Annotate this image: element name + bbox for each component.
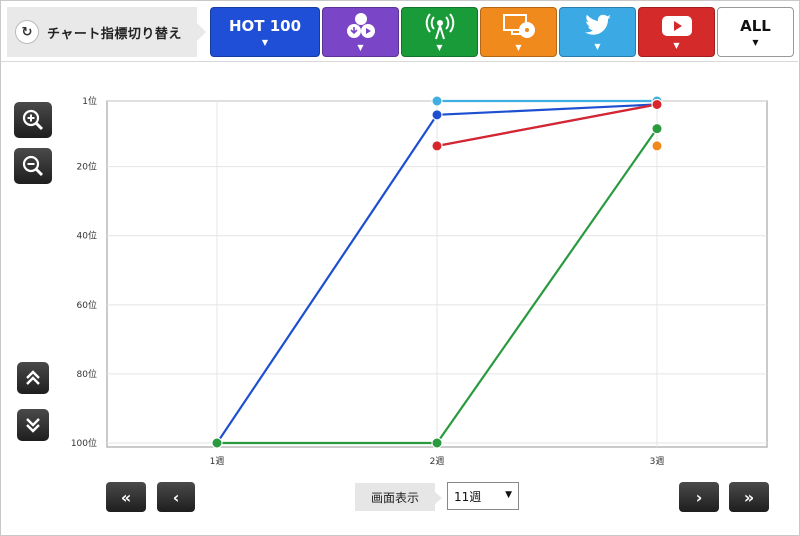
double-chevron-right-icon: » <box>743 487 755 507</box>
tab-twitter[interactable]: ▼ <box>559 7 636 57</box>
display-period-select[interactable]: 11週 ▼ <box>447 482 519 510</box>
chart-frame <box>0 0 800 536</box>
page-down-button[interactable] <box>17 409 49 441</box>
tab-download-stream[interactable]: ▼ <box>322 7 399 57</box>
refresh-icon: ↻ <box>15 20 39 44</box>
dropdown-arrow-icon: ▼ <box>515 43 522 52</box>
dropdown-arrow-icon: ▼ <box>594 42 601 51</box>
tab-hot100-label: HOT 100 <box>228 17 302 35</box>
display-label-text: 画面表示 <box>370 490 419 505</box>
radio-antenna-icon <box>425 13 454 40</box>
dropdown-arrow-icon: ▼ <box>357 43 364 52</box>
zoom-out-icon <box>22 155 44 177</box>
prev-page-button[interactable]: ‹ <box>157 482 195 512</box>
zoom-in-button[interactable] <box>14 102 52 138</box>
pc-cd-icon <box>502 14 535 38</box>
youtube-play-icon <box>661 16 692 36</box>
dropdown-arrow-icon: ▼ <box>436 43 443 52</box>
zoom-in-icon <box>22 109 44 131</box>
dropdown-arrow-icon: ▼ <box>261 38 269 47</box>
zoom-out-button[interactable] <box>14 148 52 184</box>
tab-youtube[interactable]: ▼ <box>638 7 715 57</box>
double-chevron-up-icon <box>26 370 40 385</box>
indicator-switch: ↻ チャート指標切り替え <box>7 7 206 57</box>
indicator-bar: ↻ チャート指標切り替え HOT 100 ▼ ▼ ▼ ▼ ▼ ▼ ALL ▼ <box>1 1 798 62</box>
select-arrow-icon: ▼ <box>505 490 512 500</box>
tab-radio[interactable]: ▼ <box>401 7 478 57</box>
next-page-button[interactable]: › <box>679 482 719 512</box>
dropdown-arrow-icon: ▼ <box>752 38 759 47</box>
double-chevron-left-icon: « <box>120 487 132 507</box>
first-page-button[interactable]: « <box>106 482 146 512</box>
twitter-bird-icon <box>584 14 611 35</box>
tab-all-label: ALL <box>740 17 771 35</box>
dropdown-arrow-icon: ▼ <box>673 41 680 50</box>
chevron-right-icon: › <box>695 487 703 507</box>
last-page-button[interactable]: » <box>729 482 769 512</box>
download-stream-icon <box>346 13 375 38</box>
double-chevron-down-icon <box>26 418 40 433</box>
indicator-switch-label: チャート指標切り替え <box>47 26 182 42</box>
tab-hot100[interactable]: HOT 100 ▼ <box>210 7 320 57</box>
chevron-left-icon: ‹ <box>172 487 180 507</box>
display-period-value: 11週 <box>454 489 482 504</box>
page-up-button[interactable] <box>17 362 49 394</box>
display-period-label: 画面表示 <box>355 483 442 511</box>
tab-all[interactable]: ALL ▼ <box>717 7 794 57</box>
tab-pc-cd[interactable]: ▼ <box>480 7 557 57</box>
